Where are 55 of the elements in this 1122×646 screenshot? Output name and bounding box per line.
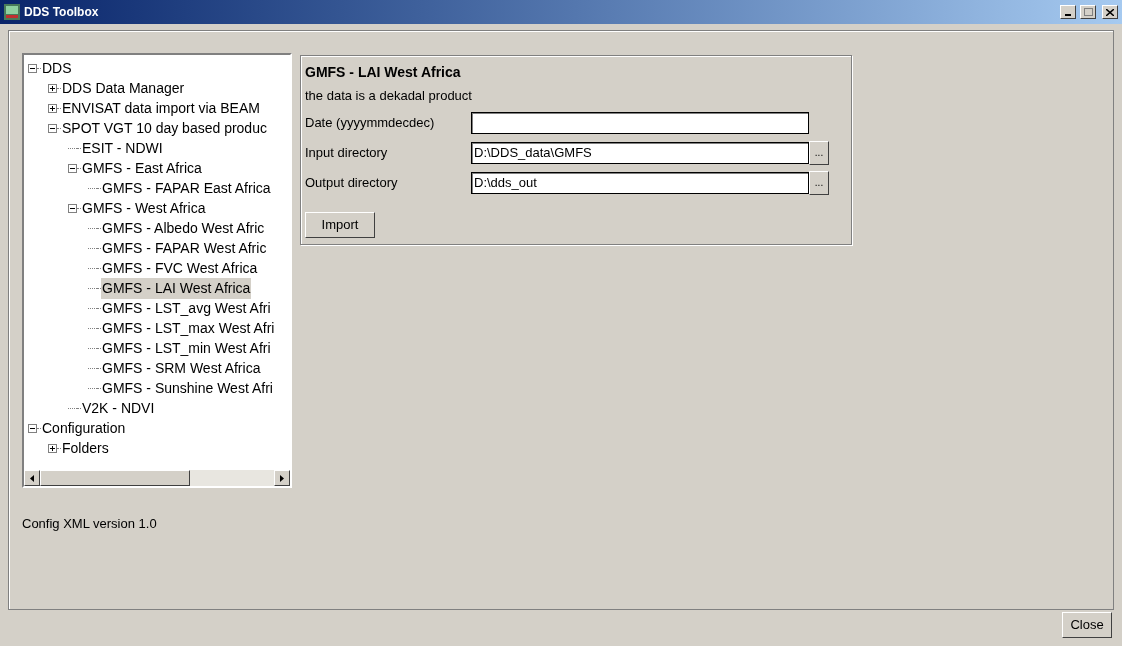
text-field[interactable] [471,112,809,134]
panel-description: the data is a dekadal product [305,87,473,106]
left-arrow-icon [30,474,34,482]
collapse-icon[interactable] [68,163,77,173]
tree-item[interactable]: GMFS - LST_min West Afri [101,337,272,359]
expand-icon[interactable] [48,443,57,453]
tree-item[interactable]: DDS Data Manager [61,77,186,99]
browse-button[interactable]: ... [809,141,829,165]
scrollbar-thumb[interactable] [40,470,190,486]
tree-item[interactable]: GMFS - East Africa [81,157,203,179]
field-label: Output directory [305,174,399,193]
close-window-button[interactable] [1102,5,1118,19]
panel-title: GMFS - LAI West Africa [305,63,462,82]
browse-button[interactable]: ... [809,171,829,195]
tree-item[interactable]: GMFS - LAI West Africa [101,277,252,299]
tree-item[interactable]: GMFS - LST_avg West Afri [101,297,272,319]
tree-item[interactable]: GMFS - FVC West Africa [101,257,259,279]
collapse-icon[interactable] [28,423,37,433]
minimize-button[interactable] [1060,5,1076,19]
config-version-text: Config XML version 1.0 [22,515,158,533]
field-label: Date (yyyymmdecdec) [305,114,436,133]
collapse-icon[interactable] [48,123,57,133]
expand-icon[interactable] [48,103,57,113]
maximize-button[interactable] [1080,5,1096,19]
minimize-icon [1065,14,1071,16]
tree-item[interactable]: V2K - NDVI [81,397,156,419]
app-icon [4,4,20,20]
expand-icon[interactable] [48,83,57,93]
tree-item[interactable]: GMFS - FAPAR West Afric [101,237,268,259]
tree-item[interactable]: GMFS - LST_max West Afri [101,317,276,339]
tree-item[interactable]: ESIT - NDWI [81,137,164,159]
scroll-right-button[interactable] [274,470,290,486]
tree-item[interactable]: GMFS - FAPAR East Africa [101,177,272,199]
collapse-icon[interactable] [28,63,37,73]
horizontal-scrollbar[interactable] [24,470,290,486]
tree-item[interactable]: GMFS - SRM West Africa [101,357,262,379]
tree-item[interactable]: DDS [41,57,73,79]
import-button[interactable]: Import [305,212,375,238]
tree-item[interactable]: Configuration [41,417,127,439]
text-field[interactable]: D:\DDS_data\GMFS [471,142,809,164]
tree-item[interactable]: Folders [61,437,110,459]
right-arrow-icon [280,474,284,482]
tree-item[interactable]: SPOT VGT 10 day based produc [61,117,268,139]
tree-item[interactable]: GMFS - Sunshine West Afri [101,377,274,399]
scroll-left-button[interactable] [24,470,40,486]
tree-item[interactable]: ENVISAT data import via BEAM [61,97,261,119]
maximize-icon [1083,8,1093,16]
tree-item[interactable]: GMFS - Albedo West Afric [101,217,266,239]
tree-item[interactable]: GMFS - West Africa [81,197,207,219]
close-icon [1106,8,1114,16]
close-button[interactable]: Close [1062,612,1112,638]
window-title: DDS Toolbox [24,4,100,21]
field-label: Input directory [305,144,389,163]
text-field[interactable]: D:\dds_out [471,172,809,194]
collapse-icon[interactable] [68,203,77,213]
